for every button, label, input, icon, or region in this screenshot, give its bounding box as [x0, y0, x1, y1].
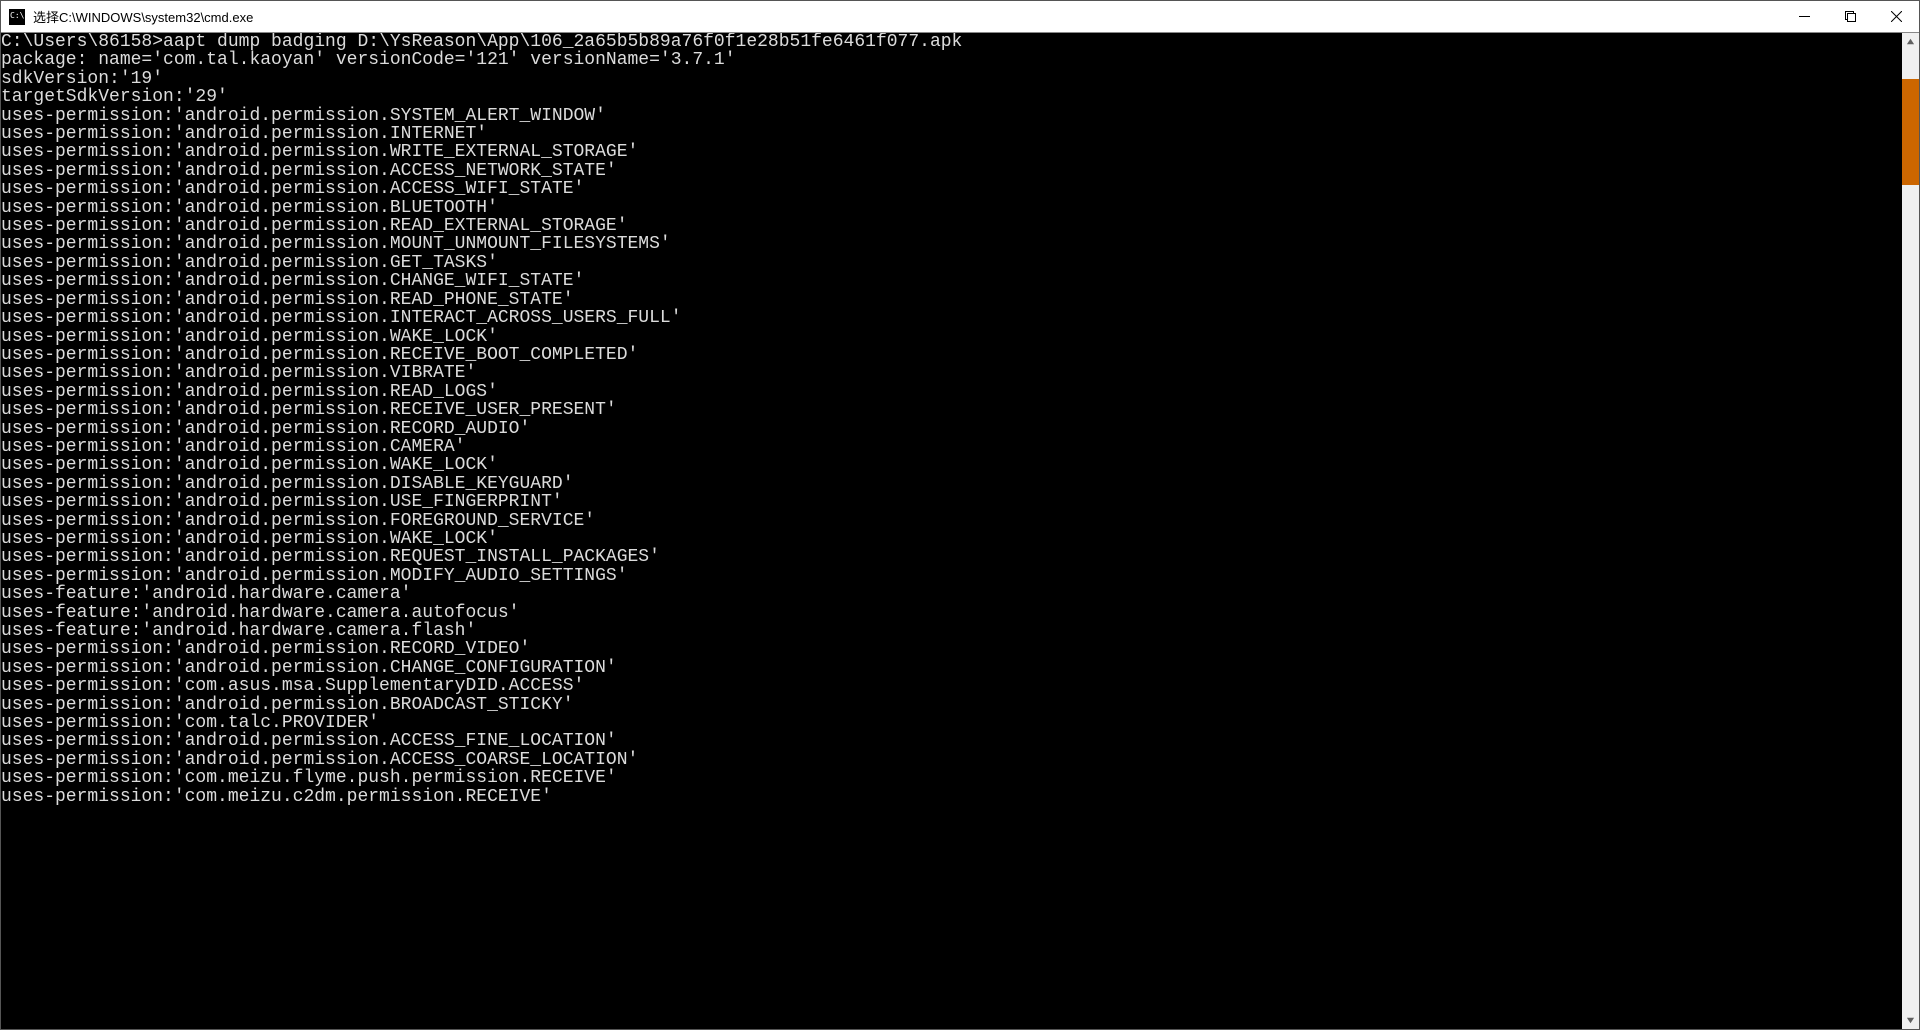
scroll-down-button[interactable] — [1902, 1012, 1919, 1029]
titlebar[interactable]: 选择C:\WINDOWS\system32\cmd.exe — [1, 1, 1919, 33]
cmd-window: 选择C:\WINDOWS\system32\cmd.exe C:\Users\8… — [0, 0, 1920, 1030]
terminal-viewport[interactable]: C:\Users\86158>aapt dump badging D:\YsRe… — [1, 33, 1902, 1029]
cmd-icon — [9, 9, 25, 25]
maximize-button[interactable] — [1827, 1, 1873, 33]
scroll-track[interactable] — [1902, 50, 1919, 1012]
scroll-up-button[interactable] — [1902, 33, 1919, 50]
client-area: C:\Users\86158>aapt dump badging D:\YsRe… — [1, 33, 1919, 1029]
vertical-scrollbar[interactable] — [1902, 33, 1919, 1029]
close-button[interactable] — [1873, 1, 1919, 33]
window-title: 选择C:\WINDOWS\system32\cmd.exe — [33, 7, 253, 26]
scroll-thumb[interactable] — [1902, 79, 1919, 185]
minimize-button[interactable] — [1781, 1, 1827, 33]
terminal-output[interactable]: C:\Users\86158>aapt dump badging D:\YsRe… — [1, 33, 1902, 806]
